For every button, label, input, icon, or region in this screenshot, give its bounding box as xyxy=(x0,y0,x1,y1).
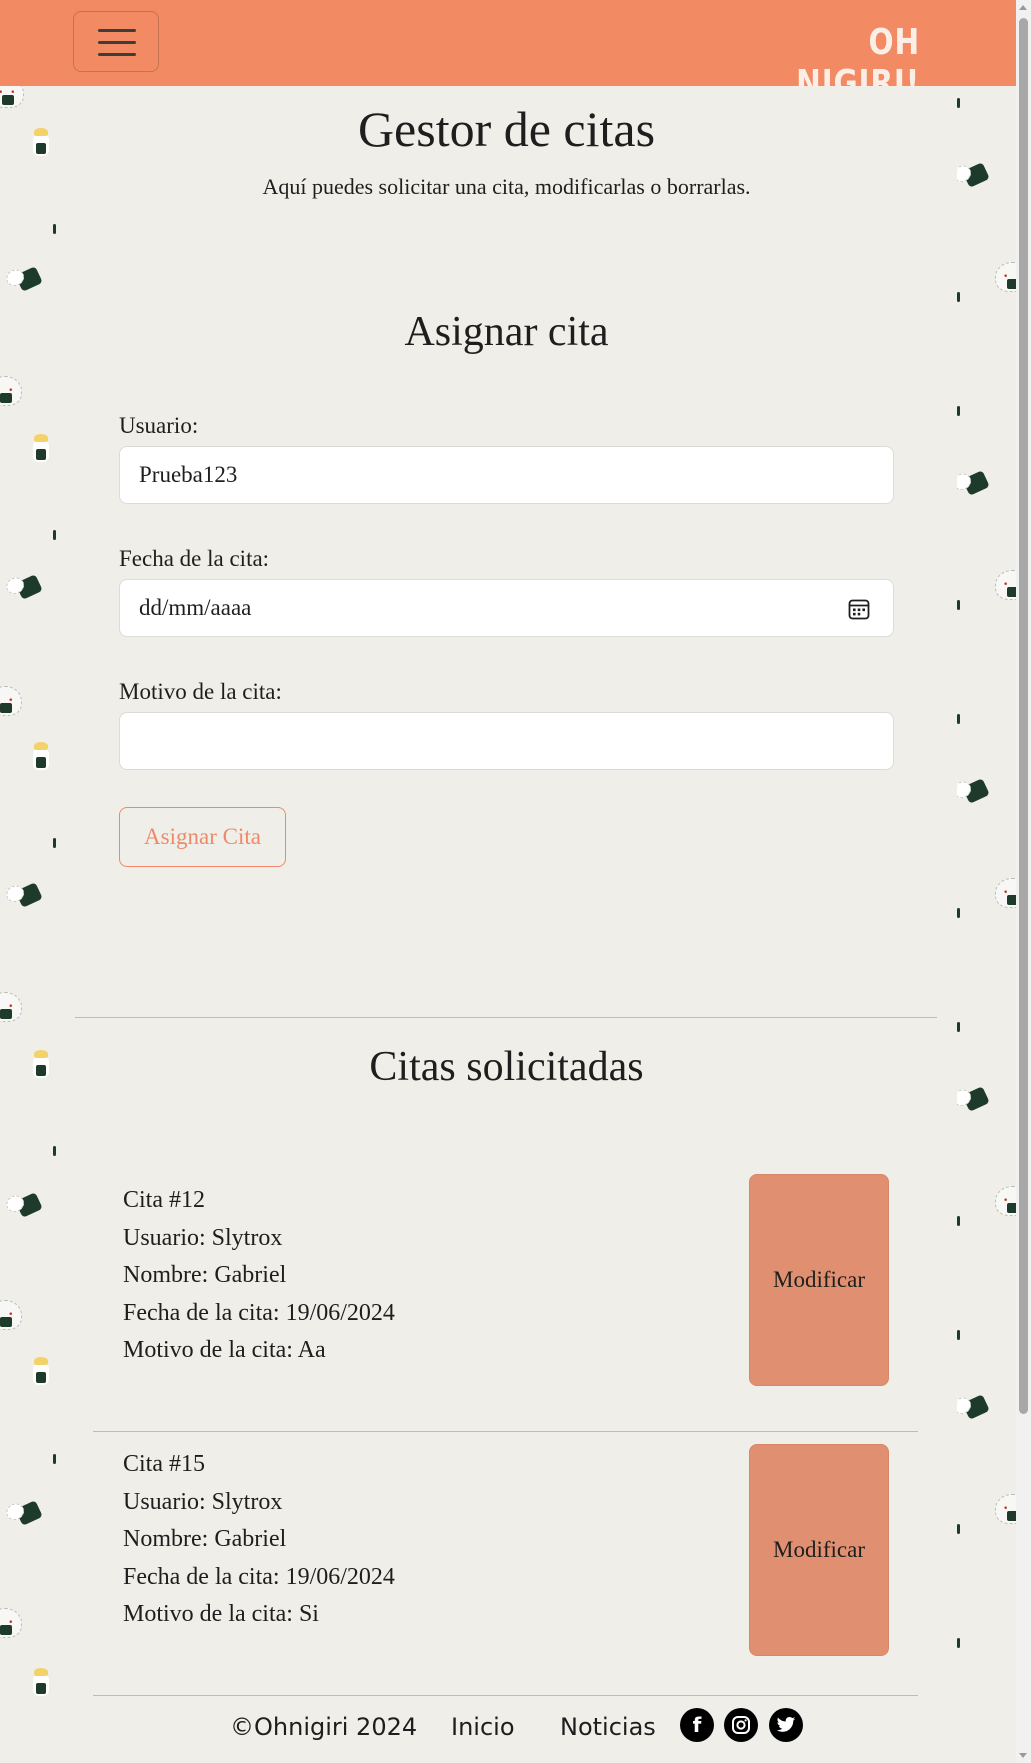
reason-label: Motivo de la cita: xyxy=(119,679,282,704)
onigiri-icon xyxy=(962,1394,990,1420)
decor-mark xyxy=(957,714,960,724)
modify-button[interactable]: Modificar xyxy=(749,1174,889,1386)
onigiri-icon xyxy=(962,778,990,804)
appointment-date: Fecha de la cita: 19/06/2024 xyxy=(123,1299,395,1326)
date-input-placeholder: dd/mm/aaaa xyxy=(139,595,252,620)
decor-mark xyxy=(957,406,960,416)
onigiri-icon xyxy=(962,470,990,496)
onigiri-icon xyxy=(0,86,24,108)
appointment-card: Cita #12 Usuario: Slytrox Nombre: Gabrie… xyxy=(93,1174,918,1445)
hamburger-icon-line xyxy=(98,53,136,56)
onigiri-icon xyxy=(995,262,1017,292)
appointment-date: Fecha de la cita: 19/06/2024 xyxy=(123,1563,395,1590)
modify-button[interactable]: Modificar xyxy=(749,1444,889,1656)
onigiri-icon xyxy=(0,992,22,1022)
onigiri-icon xyxy=(0,376,22,406)
facebook-icon[interactable]: f xyxy=(680,1708,714,1742)
assign-appointment-button[interactable]: Asignar Cita xyxy=(119,807,286,867)
footer-copyright: ©Ohnigiri 2024 xyxy=(230,1713,418,1741)
onigiri-icon xyxy=(15,574,43,600)
scroll-up-arrow-icon[interactable] xyxy=(1019,5,1027,10)
decor-mark xyxy=(957,1216,960,1226)
reason-input[interactable] xyxy=(119,712,894,770)
navbar: OH NIGIRI! xyxy=(0,0,1016,104)
user-label: Usuario: xyxy=(119,413,199,438)
scroll-down-arrow-icon[interactable] xyxy=(1019,1753,1027,1758)
appointment-name: Nombre: Gabriel xyxy=(123,1262,287,1288)
menu-toggle-button[interactable] xyxy=(73,11,159,72)
onigiri-icon xyxy=(33,128,49,156)
decor-mark xyxy=(957,98,960,108)
decor-mark xyxy=(957,1330,960,1340)
onigiri-icon xyxy=(995,878,1017,908)
onigiri-icon xyxy=(995,1494,1017,1524)
page-title: Gestor de citas xyxy=(357,101,656,157)
main-content: Gestor de citas Aquí puedes solicitar un… xyxy=(56,86,957,1698)
decor-mark xyxy=(957,908,960,918)
scrollbar-thumb[interactable] xyxy=(1019,18,1028,1414)
assign-section-title: Asignar cita xyxy=(404,309,609,355)
twitter-icon[interactable] xyxy=(769,1708,803,1742)
decorative-pattern-left xyxy=(0,86,56,1698)
onigiri-icon xyxy=(0,1608,22,1638)
section-divider xyxy=(75,1017,937,1018)
page-subtitle: Aquí puedes solicitar una cita, modifica… xyxy=(262,174,751,199)
appointment-separator xyxy=(93,1431,918,1432)
onigiri-icon xyxy=(0,1300,22,1330)
requested-section-title: Citas solicitadas xyxy=(369,1044,644,1090)
appointment-separator xyxy=(93,1695,918,1696)
onigiri-icon xyxy=(995,570,1017,600)
onigiri-icon xyxy=(15,1500,43,1526)
onigiri-icon xyxy=(995,1186,1017,1216)
appointment-info: Cita #15 Usuario: Slytrox Nombre: Gabrie… xyxy=(123,1446,395,1634)
decor-mark xyxy=(957,1022,960,1032)
appointment-reason: Motivo de la cita: Aa xyxy=(123,1337,326,1363)
onigiri-icon xyxy=(962,162,990,188)
onigiri-icon xyxy=(962,1086,990,1112)
calendar-icon[interactable] xyxy=(847,597,871,621)
appointment-info: Cita #12 Usuario: Slytrox Nombre: Gabrie… xyxy=(123,1182,395,1370)
user-input[interactable]: Prueba123 xyxy=(119,446,894,504)
brand-logo[interactable]: OH NIGIRI! xyxy=(781,22,920,104)
onigiri-icon xyxy=(33,742,49,770)
twitter-glyph xyxy=(776,1717,796,1732)
user-input-value: Prueba123 xyxy=(139,462,238,487)
appointment-card: Cita #15 Usuario: Slytrox Nombre: Gabrie… xyxy=(93,1444,918,1709)
instagram-glyph xyxy=(732,1716,750,1734)
appointment-name: Nombre: Gabriel xyxy=(123,1526,287,1552)
onigiri-icon xyxy=(15,882,43,908)
onigiri-icon xyxy=(33,434,49,462)
decor-mark xyxy=(957,292,960,302)
appointment-reason: Motivo de la cita: Si xyxy=(123,1601,319,1627)
appointment-id: Cita #12 xyxy=(123,1187,205,1213)
onigiri-icon xyxy=(15,266,43,292)
decor-mark xyxy=(957,1524,960,1534)
footer-link-noticias[interactable]: Noticias xyxy=(560,1713,656,1741)
appointment-user: Usuario: Slytrox xyxy=(123,1224,283,1251)
onigiri-icon xyxy=(15,1192,43,1218)
decor-mark xyxy=(957,1638,960,1648)
instagram-icon[interactable] xyxy=(724,1708,758,1742)
page-scrollbar[interactable] xyxy=(1016,0,1031,1763)
onigiri-icon xyxy=(33,1050,49,1078)
hamburger-icon-line xyxy=(98,41,136,44)
hamburger-icon xyxy=(98,29,136,32)
onigiri-icon xyxy=(0,686,22,716)
footer-link-inicio[interactable]: Inicio xyxy=(451,1713,515,1741)
appointment-id: Cita #15 xyxy=(123,1451,205,1477)
decor-mark xyxy=(957,600,960,610)
decorative-pattern-right xyxy=(957,86,1017,1698)
appointment-user: Usuario: Slytrox xyxy=(123,1488,283,1515)
date-input[interactable]: dd/mm/aaaa xyxy=(119,579,894,637)
date-label: Fecha de la cita: xyxy=(119,546,270,571)
onigiri-icon xyxy=(33,1668,49,1696)
footer: ©Ohnigiri 2024 Inicio Noticias f xyxy=(0,1698,1016,1763)
onigiri-icon xyxy=(33,1357,49,1385)
